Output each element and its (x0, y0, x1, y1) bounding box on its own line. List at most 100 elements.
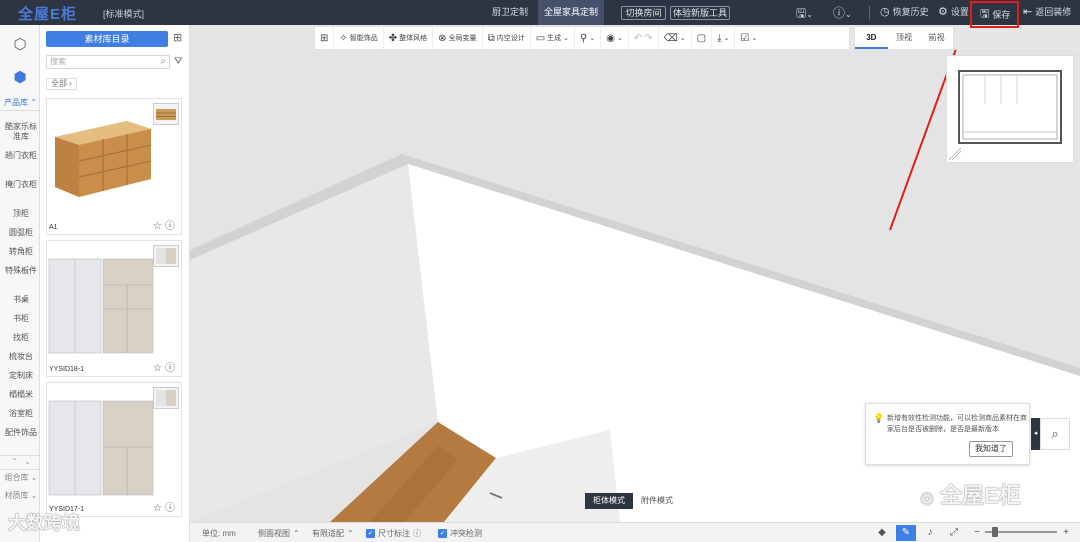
star-icon[interactable]: ☆ (153, 221, 165, 232)
rail-item-top-cabinet[interactable]: 顶柜 (2, 209, 40, 219)
product-library-icon[interactable]: ⬢ (10, 68, 30, 88)
exit-icon: ⇤ (1023, 6, 1033, 18)
product-card-yysid17[interactable]: YYSID17-1 ☆ⓘ (46, 382, 182, 517)
product-card-yysid18[interactable]: YYSID18-1 ☆ⓘ (46, 240, 182, 377)
toolbar-checklist-button[interactable]: ☑ ⌄ (735, 27, 762, 49)
brush-icon[interactable]: ✎ (896, 525, 916, 541)
checkbox-checked[interactable]: ✓ (438, 529, 447, 538)
breadcrumb[interactable]: 全部 › (46, 78, 77, 90)
mode-accessory[interactable]: 附件模式 (633, 493, 681, 509)
toolbar-undo-redo[interactable]: ↶ ↷ (629, 27, 659, 49)
rail-item-special-board[interactable]: 特殊板件 (2, 266, 40, 276)
product-thumbnail[interactable] (153, 387, 179, 409)
fit-view-icon[interactable]: ⤢ (944, 525, 964, 541)
tab-top-view[interactable]: 顶视 (888, 27, 921, 49)
redo-icon[interactable]: ↷ (644, 33, 652, 44)
rail-item-tatami[interactable]: 榻榻米 (2, 390, 40, 400)
save-highlight-box (970, 1, 1019, 28)
toolbar-smart-decor-button[interactable]: ✧ 智能饰品 (334, 27, 384, 49)
minimap[interactable] (946, 55, 1074, 163)
size-label-toggle[interactable]: ✓ 尺寸标注 ⓘ (366, 528, 421, 539)
save-menu-icon[interactable]: 🖫⌄ (796, 4, 813, 25)
chevron-up-icon: ⌃ (347, 529, 354, 538)
product-name: A1 (49, 224, 58, 231)
filter-icon[interactable]: ⛛ (174, 56, 182, 67)
checkbox-checked[interactable]: ✓ (366, 529, 375, 538)
toolbar-eraser-button[interactable]: ⌫ ⌄ (659, 27, 692, 49)
product-thumbnail[interactable] (153, 103, 179, 125)
toolbar-global-vars-button[interactable]: ⊗ 全局变量 (433, 27, 483, 49)
toolbar-visibility-button[interactable]: ◉ ⌄ (601, 27, 629, 49)
rail-item-hinged-wardrobe[interactable]: 掩门衣柜 (2, 180, 40, 190)
size-label-text: 尺寸标注 (378, 529, 410, 538)
toolbar-download-button[interactable]: ⤓ ⌄ (712, 27, 736, 49)
mic-icon[interactable]: ♪ (920, 525, 940, 541)
tab-3d[interactable]: 3D (855, 27, 888, 49)
left-rail: ⬡ ⬢ 产品库 ⌃ 酷家乐标准库 趟门衣柜 掩门衣柜 顶柜 圆弧柜 转角柜 特殊… (0, 25, 40, 542)
rail-item-custom-bed[interactable]: 定制床 (2, 371, 40, 381)
toolbar-generate-button[interactable]: ▭ 生成 ⌄ (531, 27, 576, 49)
search-icon[interactable]: ⌕ (160, 56, 166, 68)
tip-dismiss-button[interactable]: 我知道了 (969, 441, 1013, 457)
tab-front-view[interactable]: 前视 (920, 27, 953, 49)
toolbar-style-button[interactable]: ✤ 整体风格 (384, 27, 434, 49)
help-icon[interactable]: ⓘ (413, 528, 421, 539)
eye-icon: ◉ (606, 32, 615, 44)
rail-item-arc-cabinet[interactable]: 圆弧柜 (2, 228, 40, 238)
rail-section-material[interactable]: 材质库 ⌄ (2, 491, 40, 501)
rail-item-bookcase[interactable]: 书柜 (2, 314, 40, 324)
rail-item-find-cabinet[interactable]: 找柜 (2, 333, 40, 343)
zoom-in-icon[interactable]: + (1056, 525, 1076, 541)
help-icon[interactable]: ⓘ⌄ (833, 4, 852, 21)
mode-switch: 柜体模式 附件模式 (585, 493, 681, 509)
rail-item-corner-cabinet[interactable]: 转角柜 (2, 247, 40, 257)
tab-whole-house-furniture[interactable]: 全屋家具定制 (538, 0, 604, 25)
view-tabs: 3D 顶视 前视 (854, 26, 954, 50)
star-icon[interactable]: ☆ (153, 363, 165, 374)
toolbar-interior-design-button[interactable]: ⧉ 内空设计 (483, 27, 531, 49)
undo-icon[interactable]: ↶ (634, 33, 642, 44)
product-card-a1[interactable]: A1 ☆ⓘ (46, 98, 182, 235)
side-view-toggle[interactable]: 侧面视图 ⌃ (258, 528, 300, 539)
rail-item-bathroom-cabinet[interactable]: 浴室柜 (2, 409, 40, 419)
switch-room-button[interactable]: 切换房间 (621, 6, 666, 20)
info-icon[interactable]: ⓘ (165, 503, 178, 514)
tab-kitchen-bath[interactable]: 厨卫定制 (484, 0, 536, 25)
info-icon[interactable]: ⓘ (165, 221, 178, 232)
mode-cabinet[interactable]: 柜体模式 (585, 493, 633, 509)
checklist-icon: ☑ (740, 32, 750, 44)
rail-scroll-arrows[interactable]: ⌃ ⌄ (2, 457, 40, 467)
toolbar-layout-button[interactable]: ⊞ (315, 27, 335, 49)
auto-fit-toggle[interactable]: 有限适配 ⌃ (312, 528, 354, 539)
rail-item-kujiale-std[interactable]: 酷家乐标准库 (2, 122, 40, 142)
render-mode-icon[interactable]: ◆ (872, 525, 892, 541)
layout-toggle-icon[interactable]: ⊞ (173, 31, 182, 44)
zoom-out-icon[interactable]: − (967, 525, 987, 541)
try-new-tool-button[interactable]: 体验新版工具 (670, 6, 730, 20)
mode-tag: [标准模式] (103, 9, 145, 19)
back-to-decoration-button[interactable]: ⇤ 返回装修 (1023, 5, 1071, 18)
star-icon[interactable]: ☆ (153, 503, 165, 514)
rail-item-desk[interactable]: 书桌 (2, 295, 40, 305)
rail-section-product-library[interactable]: 产品库 ⌃ (2, 98, 40, 108)
zoom-slider-handle[interactable] (992, 527, 998, 537)
toolbar-frame-button[interactable]: ▢ (692, 27, 713, 49)
settings-button[interactable]: ⚙ 设置 (938, 5, 969, 18)
side-panel-handle[interactable]: ◂ (1031, 418, 1040, 450)
rail-item-sliding-wardrobe[interactable]: 趟门衣柜 (2, 151, 40, 161)
zoom-inspect-button[interactable]: ⌕ (1040, 418, 1070, 450)
rail-section-combination[interactable]: 组合库 ⌄ (2, 473, 40, 483)
cube-icon[interactable]: ⬡ (10, 35, 30, 55)
rail-item-accessories[interactable]: 配件饰品 (2, 428, 40, 438)
info-icon[interactable]: ⓘ (165, 363, 178, 374)
collision-toggle[interactable]: ✓ 冲突检测 (438, 528, 482, 539)
watermark-brand-text: 全屋E柜 (939, 483, 1021, 508)
toolbar-tools-button[interactable]: ⚲ ⌄ (575, 27, 602, 49)
catalog-button[interactable]: 素材库目录 (46, 31, 168, 47)
product-thumbnail[interactable] (153, 245, 179, 267)
search-input[interactable]: 搜索 ⌕ (46, 55, 170, 69)
side-view-label: 侧面视图 (258, 529, 290, 538)
rail-item-dresser[interactable]: 梳妆台 (2, 352, 40, 362)
restore-history-button[interactable]: ◷ 恢复历史 (880, 5, 929, 18)
thumb-image (156, 109, 176, 120)
